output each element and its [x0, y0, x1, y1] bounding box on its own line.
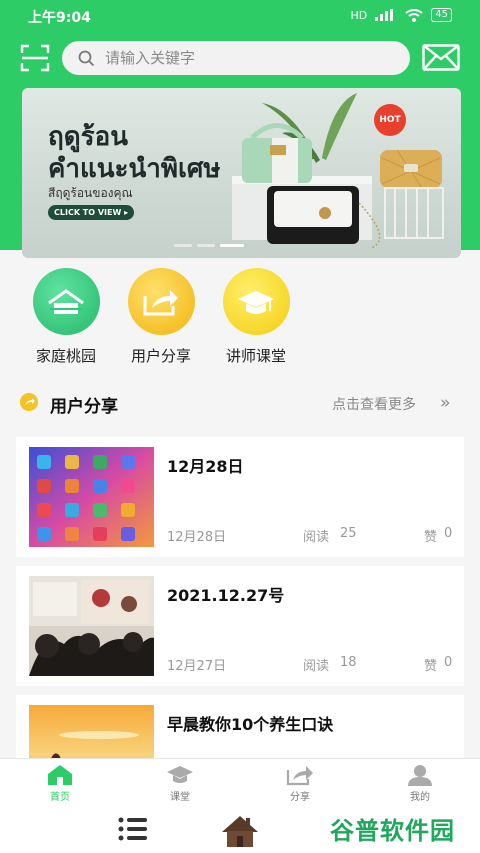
user-share-icon — [127, 268, 195, 335]
banner-title-line2: คำแนะนำพิเศษ — [48, 154, 221, 184]
post-title: 早晨教你10个养生口诀 — [167, 715, 334, 734]
profile-icon — [408, 765, 432, 786]
like-label: 赞 — [424, 530, 438, 545]
read-label: 阅读 — [303, 659, 330, 674]
quick-entry-lecturer-class[interactable]: 讲师课堂 — [218, 268, 294, 366]
like-count: 0 — [444, 655, 453, 670]
handbag-product-illustration — [232, 93, 444, 249]
post-thumbnail-phone-screen — [29, 447, 154, 547]
banner-pagination — [174, 244, 244, 247]
banner-dot[interactable] — [197, 244, 215, 247]
hot-badge: HOT — [374, 104, 406, 136]
view-more-link[interactable]: 点击查看更多 — [332, 394, 416, 414]
post-card[interactable]: 2021.12.27号 12月27日 阅读 18 赞 0 — [16, 566, 464, 686]
nav-tab-home[interactable]: 首页 — [0, 759, 120, 806]
graduation-cap-icon — [222, 268, 290, 335]
banner-dot-active[interactable] — [220, 244, 244, 247]
search-bar[interactable] — [62, 41, 410, 75]
like-label: 赞 — [424, 659, 438, 674]
quick-entry-label: 家庭桃园 — [35, 347, 96, 365]
banner-subtitle: สีฤดูร้อนของคุณ — [48, 186, 133, 200]
nav-label: 分享 — [290, 792, 310, 803]
read-count: 18 — [340, 655, 357, 670]
quick-entry-row: 家庭桃园 用户分享 讲师课堂 — [28, 268, 294, 366]
network-type: HD — [350, 8, 368, 22]
promo-banner[interactable]: ฤดูร้อน คำแนะนำพิเศษ สีฤดูร้อนของคุณ CLI… — [22, 88, 461, 258]
scan-icon[interactable] — [20, 44, 50, 72]
read-count: 25 — [340, 526, 357, 541]
post-title: 2021.12.27号 — [167, 586, 285, 605]
search-icon — [78, 50, 95, 66]
post-date: 12月28日 — [167, 530, 227, 545]
nav-label: 我的 — [410, 792, 430, 803]
quick-entry-label: 用户分享 — [130, 347, 191, 365]
watermark-logo: 谷普软件园 — [330, 811, 468, 847]
quick-entry-label: 讲师课堂 — [225, 347, 286, 365]
double-chevron-right-icon[interactable]: ›› — [440, 393, 450, 413]
nav-label: 课堂 — [170, 792, 190, 803]
bottom-navigation: 首页 课堂 分享 我的 — [0, 758, 480, 806]
quick-entry-user-share[interactable]: 用户分享 — [123, 268, 199, 366]
battery-indicator: 45 — [431, 8, 452, 22]
search-input[interactable] — [105, 49, 385, 67]
share-icon — [286, 766, 313, 786]
post-title: 12月28日 — [167, 457, 244, 476]
family-garden-icon — [32, 268, 100, 335]
mail-icon[interactable] — [422, 44, 460, 71]
banner-cta-button[interactable]: CLICK TO VIEW ▸ — [48, 205, 135, 220]
post-card[interactable]: 12月28日 12月28日 阅读 25 赞 0 — [16, 437, 464, 557]
nav-label: 首页 — [50, 792, 70, 803]
banner-dot[interactable] — [174, 244, 192, 247]
status-icons: HD 45 — [351, 8, 452, 22]
system-navigation-bar: 谷普软件园 — [0, 806, 480, 853]
user-share-section-header: 用户分享 点击查看更多 ›› — [0, 380, 480, 424]
classroom-icon — [167, 766, 193, 783]
section-title: 用户分享 — [50, 397, 118, 417]
menu-icon[interactable] — [118, 816, 148, 842]
nav-tab-share[interactable]: 分享 — [240, 759, 360, 806]
section-share-icon — [20, 393, 38, 411]
home-icon — [48, 765, 72, 785]
house-icon[interactable] — [220, 810, 260, 850]
post-date: 12月27日 — [167, 659, 227, 674]
status-bar: 上午9:04 HD 45 — [0, 0, 480, 32]
wifi-icon — [405, 8, 423, 22]
status-time: 上午9:04 — [28, 10, 91, 26]
quick-entry-family-garden[interactable]: 家庭桃园 — [28, 268, 104, 366]
like-count: 0 — [444, 526, 453, 541]
read-label: 阅读 — [303, 530, 330, 545]
nav-tab-profile[interactable]: 我的 — [360, 759, 480, 806]
nav-tab-classroom[interactable]: 课堂 — [120, 759, 240, 806]
signal-icon — [375, 9, 394, 21]
post-thumbnail-classroom — [29, 576, 154, 676]
banner-cta-label: CLICK TO VIEW — [54, 208, 122, 217]
